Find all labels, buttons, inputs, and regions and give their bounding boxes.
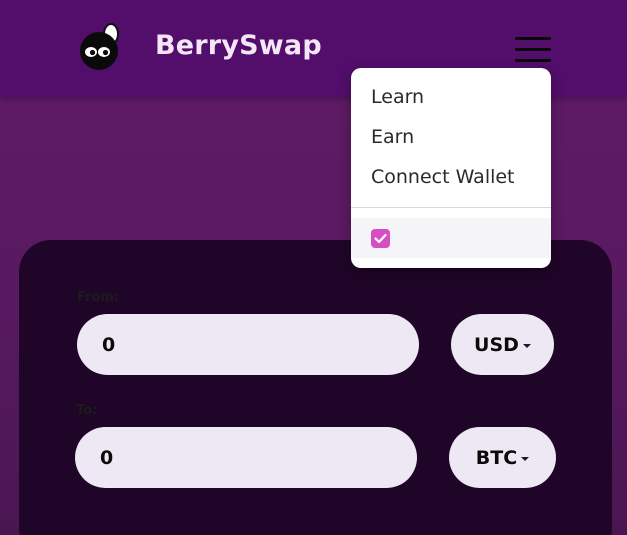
hamburger-icon[interactable] bbox=[515, 35, 551, 65]
swap-card: From: 0 USD To: 0 BTC bbox=[19, 240, 612, 535]
to-amount-input[interactable]: 0 bbox=[75, 427, 417, 488]
from-currency-label: USD bbox=[474, 333, 519, 356]
nav-dropdown-menu: Learn Earn Connect Wallet bbox=[351, 68, 551, 268]
chevron-down-icon bbox=[522, 343, 531, 348]
menu-item-connect-wallet[interactable]: Connect Wallet bbox=[371, 166, 515, 188]
from-currency-select[interactable]: USD bbox=[451, 314, 554, 375]
from-label: From: bbox=[77, 290, 120, 305]
menu-footer bbox=[351, 218, 551, 258]
to-currency-select[interactable]: BTC bbox=[449, 427, 556, 488]
menu-divider bbox=[351, 207, 551, 208]
brand-name[interactable]: BerrySwap bbox=[155, 30, 322, 61]
check-icon bbox=[374, 233, 387, 244]
chevron-down-icon bbox=[521, 456, 530, 461]
menu-item-earn[interactable]: Earn bbox=[371, 126, 414, 148]
from-amount-input[interactable]: 0 bbox=[77, 314, 419, 375]
theme-toggle-checkbox[interactable] bbox=[371, 229, 390, 248]
to-label: To: bbox=[76, 403, 98, 418]
to-currency-label: BTC bbox=[475, 446, 518, 469]
menu-item-learn[interactable]: Learn bbox=[371, 86, 424, 108]
berry-mascot-icon[interactable] bbox=[78, 22, 124, 72]
